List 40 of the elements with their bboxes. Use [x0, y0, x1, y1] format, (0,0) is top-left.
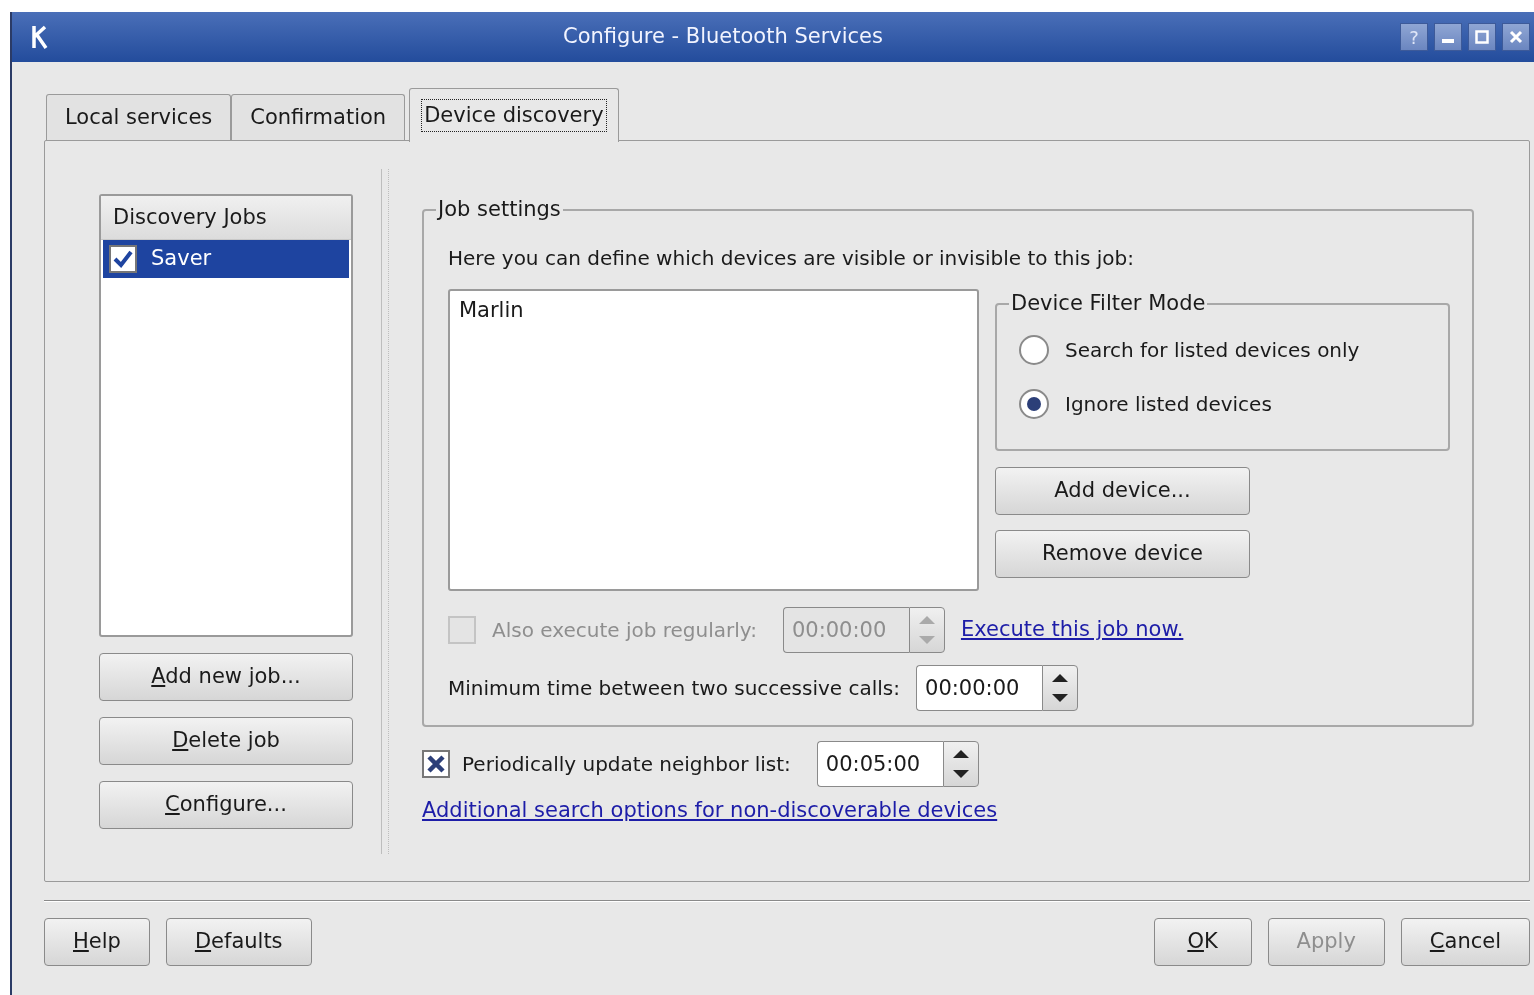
radio-button[interactable] [1019, 389, 1049, 419]
close-button[interactable] [1502, 23, 1530, 51]
checkbox[interactable] [109, 245, 137, 273]
maximize-button[interactable] [1468, 23, 1496, 51]
minimize-button[interactable] [1434, 23, 1462, 51]
maximize-icon [1475, 30, 1489, 44]
option-label: Search for listed devices only [1065, 337, 1360, 364]
close-icon [1509, 30, 1523, 44]
window-title: Configure - Bluetooth Services [562, 23, 884, 51]
tab[interactable]: Confirmation [231, 94, 406, 140]
device-button[interactable]: Remove device [995, 530, 1250, 578]
list-item[interactable]: Marlin [459, 295, 968, 327]
spin-buttons[interactable] [942, 741, 979, 787]
execute-link[interactable]: Execute this job now. [960, 614, 1184, 646]
dialog-button[interactable]: Help [44, 918, 150, 966]
tab[interactable]: Local services [46, 94, 232, 140]
minimize-icon [1442, 39, 1454, 43]
checkbox-label: Periodically update neighbor list: [462, 751, 791, 778]
description-text: Here you can define which devices are visible or invisible to this job: [448, 245, 1136, 272]
spin-buttons[interactable] [1042, 665, 1079, 711]
list-row[interactable]: Saver [103, 240, 349, 278]
options-link[interactable]: Additional search options for non-discoverable devices [422, 795, 998, 827]
splitter-handle[interactable] [381, 169, 389, 854]
tab[interactable]: Device discovery [409, 88, 619, 142]
job-name: Saver [151, 245, 212, 273]
job-button[interactable]: Configure... [99, 781, 353, 829]
option-label: Ignore listed devices [1065, 391, 1272, 418]
column-header: Discovery Jobs [101, 196, 351, 240]
time-field[interactable]: 00:00:00 [916, 665, 1043, 711]
field-label: Minimum time between two successive calls: [448, 675, 901, 702]
radio-button[interactable] [1019, 335, 1049, 365]
job-button[interactable]: Add new job... [99, 653, 353, 701]
job-button[interactable]: Delete job [99, 717, 353, 765]
checkbox-label: Also execute job regularly: [492, 617, 757, 644]
dialog-button[interactable]: Cancel [1400, 918, 1530, 966]
dialog-button[interactable]: OK [1153, 918, 1252, 966]
time-field[interactable]: 00:05:00 [816, 741, 943, 787]
device-button[interactable]: Add device... [995, 467, 1250, 515]
checkbox[interactable] [422, 750, 450, 778]
dialog-button[interactable]: Defaults [165, 918, 312, 966]
